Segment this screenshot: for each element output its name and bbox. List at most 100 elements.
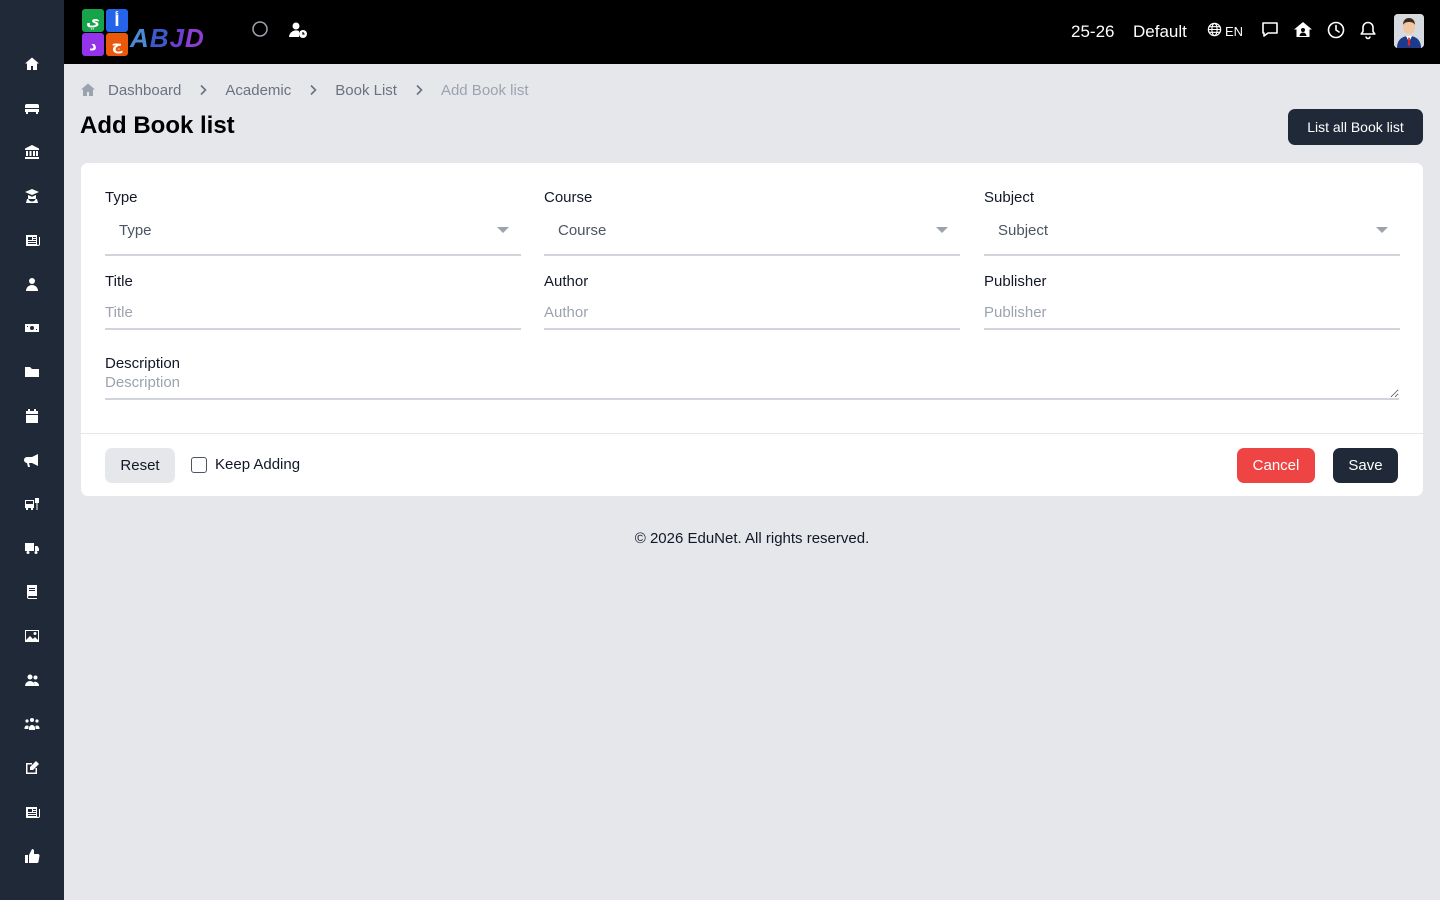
- home-icon: [24, 56, 40, 77]
- sidebar-item-newspaper[interactable]: [20, 230, 44, 254]
- loading-indicator: [248, 20, 272, 44]
- users-icon: [24, 672, 40, 693]
- keep-adding-label: Keep Adding: [215, 456, 301, 473]
- megaphone-icon: [24, 452, 40, 473]
- sidebar-item-home[interactable]: [20, 54, 44, 78]
- sidebar-item-gallery[interactable]: [20, 626, 44, 650]
- avatar-image: [1394, 14, 1424, 48]
- sidebar-item-news[interactable]: [20, 802, 44, 826]
- sidebar-item-bus-stop[interactable]: [20, 494, 44, 518]
- sidebar-item-users[interactable]: [20, 670, 44, 694]
- book-list-form: Type Type Course Course Subject Subject …: [80, 162, 1424, 497]
- sidebar-item-calendar[interactable]: [20, 406, 44, 430]
- notifications-button[interactable]: [1356, 20, 1380, 44]
- keep-adding-checkbox[interactable]: [191, 456, 207, 473]
- home-icon: [80, 82, 96, 98]
- thumbs-up-icon: [24, 848, 40, 869]
- edit-icon: [24, 760, 40, 781]
- form-divider: [81, 433, 1423, 434]
- author-label: Author: [544, 273, 589, 290]
- description-field: Description: [105, 355, 1399, 405]
- title-label: Title: [105, 273, 133, 290]
- profile-selector[interactable]: Default: [1133, 22, 1187, 42]
- top-header: ي أ د ج ABJD 25-26 Default EN: [64, 0, 1440, 64]
- image-icon: [24, 628, 40, 649]
- author-field: Author: [544, 273, 960, 330]
- keep-adding-option[interactable]: Keep Adding: [191, 456, 300, 473]
- sidebar-item-library[interactable]: [20, 582, 44, 606]
- course-field: Course Course: [544, 189, 960, 256]
- bell-icon: [1358, 20, 1378, 45]
- title-field: Title: [105, 273, 521, 330]
- messages-button[interactable]: [1258, 20, 1282, 44]
- type-field: Type Type: [105, 189, 521, 256]
- calendar-icon: [24, 408, 40, 429]
- home-user-button[interactable]: [1291, 20, 1315, 44]
- sidebar-item-transport[interactable]: [20, 538, 44, 562]
- type-select-value: Type: [119, 221, 152, 239]
- breadcrumb-label: Book List: [335, 81, 397, 99]
- breadcrumb-academic[interactable]: Academic: [225, 82, 291, 99]
- list-all-button[interactable]: List all Book list: [1288, 109, 1423, 145]
- caret-down-icon: [497, 227, 509, 233]
- subject-field: Subject Subject: [984, 189, 1400, 256]
- user-clock-button[interactable]: [286, 20, 310, 44]
- user-clock-icon: [288, 20, 308, 45]
- cancel-button[interactable]: Cancel: [1237, 448, 1315, 483]
- caret-down-icon: [936, 227, 948, 233]
- type-select[interactable]: Type: [105, 206, 521, 256]
- history-button[interactable]: [1324, 20, 1348, 44]
- sidebar-item-edit[interactable]: [20, 758, 44, 782]
- logo-cell: د: [82, 33, 104, 56]
- sidebar: [0, 0, 64, 900]
- publisher-input[interactable]: [984, 296, 1400, 330]
- caret-down-icon: [1376, 227, 1388, 233]
- chevron-right-icon: [291, 84, 335, 96]
- sidebar-item-money[interactable]: [20, 318, 44, 342]
- app-logo[interactable]: ي أ د ج ABJD: [80, 7, 224, 57]
- description-textarea[interactable]: [105, 374, 1399, 400]
- publisher-label: Publisher: [984, 273, 1047, 290]
- publisher-field: Publisher: [984, 273, 1400, 330]
- sidebar-item-user[interactable]: [20, 274, 44, 298]
- breadcrumb-dashboard[interactable]: Dashboard: [80, 82, 181, 99]
- sidebar-item-folder[interactable]: [20, 362, 44, 386]
- graduate-icon: [24, 188, 40, 209]
- breadcrumb-current: Add Book list: [440, 81, 529, 99]
- user-icon: [24, 276, 40, 297]
- session-selector[interactable]: 25-26: [1071, 22, 1114, 42]
- book-icon: [24, 584, 40, 605]
- avatar[interactable]: [1394, 14, 1424, 48]
- title-input[interactable]: [105, 296, 521, 330]
- money-icon: [24, 320, 40, 341]
- author-input[interactable]: [544, 296, 960, 330]
- sidebar-item-graduate[interactable]: [20, 186, 44, 210]
- description-label: Description: [105, 355, 181, 372]
- chevron-right-icon: [397, 84, 441, 96]
- language-selector[interactable]: EN: [1207, 22, 1243, 40]
- sidebar-item-feedback[interactable]: [20, 846, 44, 870]
- folder-icon: [24, 364, 40, 385]
- chevron-right-icon: [181, 84, 225, 96]
- institution-icon: [24, 144, 40, 165]
- clock-icon: [1326, 20, 1346, 45]
- house-user-icon: [1293, 20, 1313, 45]
- truck-icon: [24, 540, 40, 561]
- course-select[interactable]: Course: [544, 206, 960, 256]
- subject-select-value: Subject: [998, 221, 1049, 239]
- chat-icon: [1260, 20, 1280, 45]
- sidebar-item-sofa[interactable]: [20, 98, 44, 122]
- breadcrumb-book-list[interactable]: Book List: [335, 82, 397, 99]
- course-label: Course: [544, 189, 593, 206]
- subject-select[interactable]: Subject: [984, 206, 1400, 256]
- newspaper-icon: [24, 232, 40, 253]
- sidebar-item-groups[interactable]: [20, 714, 44, 738]
- sidebar-item-institution[interactable]: [20, 142, 44, 166]
- footer-copyright: © 2026 EduNet. All rights reserved.: [634, 530, 870, 547]
- sidebar-item-announcements[interactable]: [20, 450, 44, 474]
- bus-stop-icon: [24, 496, 40, 517]
- globe-icon: [1207, 22, 1222, 40]
- save-button[interactable]: Save: [1333, 448, 1398, 483]
- circle-icon: [250, 20, 270, 45]
- reset-button[interactable]: Reset: [105, 448, 175, 483]
